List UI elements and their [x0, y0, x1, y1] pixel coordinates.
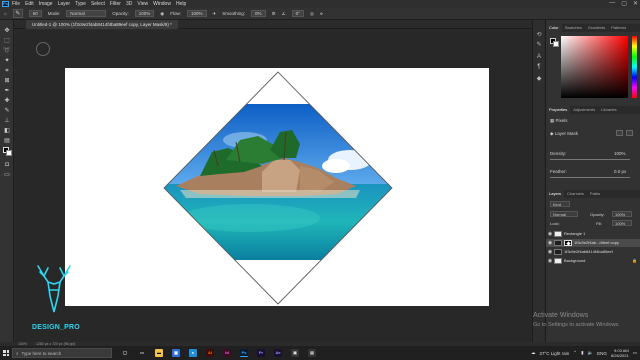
tab-properties[interactable]: Properties	[546, 106, 571, 114]
clock[interactable]: 9:03 AM 8/26/2021	[611, 348, 629, 358]
layers-opacity-label: Opacity:	[590, 212, 605, 217]
tab-channels[interactable]: Channels	[564, 190, 587, 198]
premiere-app-icon[interactable]: Pr	[257, 349, 265, 357]
feather-label: Feather:	[550, 169, 567, 174]
fill-label: Fill:	[596, 221, 603, 226]
color-bg-swatch[interactable]	[553, 41, 559, 47]
character-icon[interactable]: A	[535, 54, 543, 61]
fill-value: 100%	[615, 221, 626, 226]
density-slider[interactable]	[550, 159, 630, 160]
feather-value[interactable]: 0.0 px	[614, 169, 626, 174]
windows-logo-icon	[3, 350, 9, 356]
lock-icon[interactable]: 🔒	[632, 257, 637, 265]
vector-mask-button[interactable]	[626, 130, 633, 136]
pixels-label: Pixels	[555, 118, 568, 123]
density-value[interactable]: 100%	[614, 151, 626, 156]
layers-opacity-value: 100%	[615, 212, 626, 217]
app-icon[interactable]: ▤	[308, 349, 316, 357]
visibility-eye-icon[interactable]: ◉	[546, 248, 554, 256]
tab-layers[interactable]: Layers	[546, 190, 565, 198]
search-placeholder: Type here to search	[21, 350, 62, 356]
layers-opacity-field[interactable]: 100%	[612, 211, 632, 217]
layer-mask-label: Layer Mask	[554, 131, 578, 136]
pixels-row: ▦ Pixels	[550, 118, 568, 124]
visibility-eye-icon[interactable]: ◉	[546, 257, 554, 265]
layer-name: 1f3c9e2f4ab...d9eef copy	[574, 240, 619, 245]
kind-label: Kind	[553, 202, 562, 207]
after-effects-app-icon[interactable]: Ae	[274, 349, 282, 357]
diamond-layer-art	[163, 71, 393, 305]
fill-field[interactable]: 100%	[612, 220, 632, 226]
tab-gradients[interactable]: Gradients	[585, 24, 608, 32]
layer-name: Background	[564, 258, 586, 263]
panel-icon-strip: ⟲ ✎ A ¶ ◆	[532, 20, 544, 342]
activate-windows-subtitle: Go to Settings to activate Windows.	[533, 322, 620, 328]
blend-mode-value: Normal	[553, 212, 566, 217]
indesign-app-icon[interactable]: Id	[223, 349, 231, 357]
volume-icon[interactable]: 🔈	[588, 350, 594, 356]
layers-panel-tabs: Layers Channels Paths	[546, 190, 640, 198]
deer-logo-icon	[37, 265, 71, 313]
lock-label: Lock:	[550, 221, 560, 226]
system-tray: ☁ 27°C Light rain ⌃ ▮ 🔈 ENG 9:03 AM 8/26…	[531, 346, 637, 360]
paragraph-icon[interactable]: ¶	[535, 64, 543, 71]
layer-thumbnail	[554, 240, 562, 246]
select-mask-button[interactable]	[616, 130, 623, 136]
density-label: Density:	[550, 151, 567, 156]
clock-date: 8/26/2021	[610, 353, 629, 358]
blend-mode-select[interactable]: Normal	[550, 211, 578, 217]
hue-slider[interactable]	[632, 36, 637, 98]
tray-up-arrow-icon[interactable]: ⌃	[573, 350, 577, 356]
feather-slider[interactable]	[550, 177, 630, 178]
visibility-eye-icon[interactable]: ◉	[546, 230, 554, 238]
layer-filter-kind[interactable]: Kind	[550, 201, 570, 207]
notification-icon[interactable]: ▭	[633, 350, 637, 356]
search-icon: ⌕	[16, 350, 19, 356]
tab-libraries[interactable]: Libraries	[598, 106, 619, 114]
taskbar: ⌕ Type here to search ◯ ▭ ▬ ▦ e Ai Id Ps…	[0, 346, 640, 360]
visibility-eye-icon[interactable]: ◉	[546, 239, 554, 247]
layer-row[interactable]: ◉ 1f3c9e2f4ab8414f4ba89eef	[546, 248, 640, 256]
file-explorer-icon[interactable]: ▬	[155, 349, 163, 357]
photoshop-window: Ps File Edit Image Layer Type Select Fil…	[0, 0, 640, 360]
history-icon[interactable]: ⟲	[535, 32, 543, 39]
layer-thumbnail	[554, 249, 562, 255]
shapes-icon[interactable]: ◆	[535, 76, 543, 83]
layer-name: 1f3c9e2f4ab8414f4ba89eef	[564, 249, 613, 254]
weather-text[interactable]: 27°C Light rain	[539, 351, 569, 356]
taskbar-search[interactable]: ⌕ Type here to search	[12, 348, 112, 358]
illustrator-app-icon[interactable]: Ai	[206, 349, 214, 357]
task-view-icon[interactable]: ◯	[121, 349, 129, 357]
brand-name: DESIGN_PRO	[32, 324, 80, 331]
layer-mask-thumbnail[interactable]	[564, 240, 572, 246]
app-icon[interactable]: ▣	[291, 349, 299, 357]
tab-paths[interactable]: Paths	[587, 190, 603, 198]
layer-thumbnail	[554, 231, 562, 237]
start-button[interactable]	[0, 346, 12, 360]
store-icon[interactable]: ▦	[172, 349, 180, 357]
network-icon[interactable]: ▮	[581, 350, 583, 356]
layer-mask-row: ◆ Layer Mask	[550, 131, 578, 137]
language-indicator[interactable]: ENG	[597, 351, 607, 356]
layer-thumbnail	[554, 258, 562, 264]
island-photo	[164, 104, 392, 260]
tab-patterns[interactable]: Patterns	[608, 24, 629, 32]
tab-color[interactable]: Color	[546, 24, 562, 32]
color-field[interactable]	[561, 36, 628, 98]
taskview-windows-icon[interactable]: ▭	[138, 349, 146, 357]
brush-settings-icon[interactable]: ✎	[535, 42, 543, 49]
color-panel-tabs: Color Swatches Gradients Patterns	[546, 24, 640, 32]
activate-windows-title: Activate Windows	[533, 312, 589, 319]
right-panels: Color Swatches Gradients Patterns Proper…	[545, 20, 640, 342]
layer-row[interactable]: ◉ Background 🔒	[546, 257, 640, 265]
tab-swatches[interactable]: Swatches	[562, 24, 585, 32]
layer-row[interactable]: ◉ Rectangle 1	[546, 230, 640, 238]
photoshop-app-icon[interactable]: Ps	[240, 349, 248, 357]
properties-panel-tabs: Properties Adjustments Libraries	[546, 106, 640, 114]
layer-row-selected[interactable]: ◉ 1f3c9e2f4ab...d9eef copy	[546, 239, 640, 247]
layer-name: Rectangle 1	[564, 231, 586, 236]
tab-adjustments[interactable]: Adjustments	[570, 106, 598, 114]
weather-icon: ☁	[530, 350, 536, 355]
edge-browser-icon[interactable]: e	[189, 349, 197, 357]
